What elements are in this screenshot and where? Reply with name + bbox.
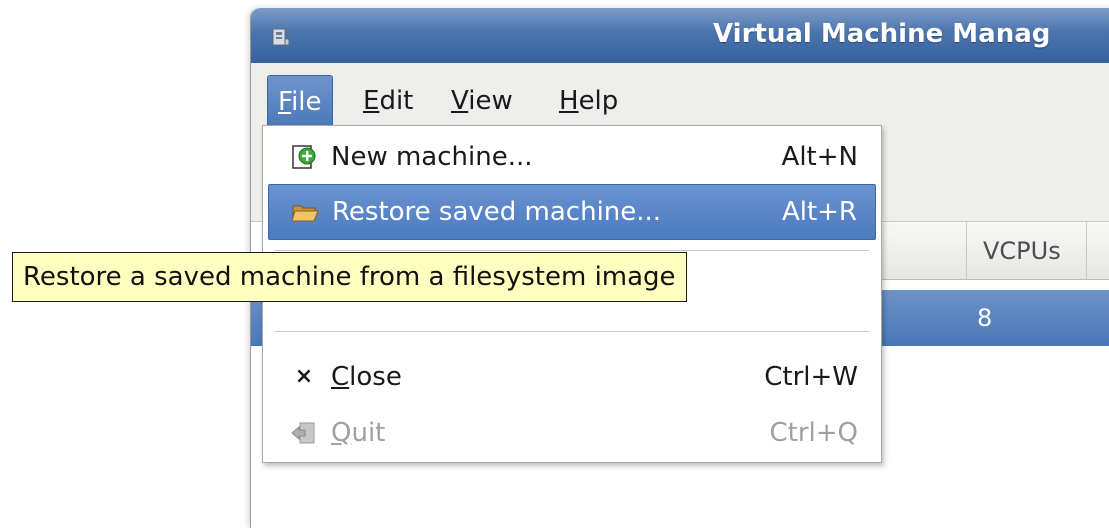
menu-file-label: ile bbox=[291, 87, 322, 117]
title-bar[interactable]: Virtual Machine Manag bbox=[251, 8, 1109, 63]
menu-bar: File Edit View Help bbox=[251, 68, 1109, 127]
menu-item-close[interactable]: × Close Ctrl+W bbox=[268, 350, 876, 404]
close-label-rest: lose bbox=[349, 362, 402, 392]
close-accel: Ctrl+W bbox=[764, 362, 858, 392]
tooltip-text: Restore a saved machine from a filesyste… bbox=[23, 262, 676, 292]
menu-help-mnemonic: H bbox=[559, 86, 579, 116]
menu-file[interactable]: File bbox=[267, 75, 333, 127]
menu-item-new-machine[interactable]: New machine... Alt+N bbox=[268, 130, 876, 184]
restore-saved-machine-accel: Alt+R bbox=[781, 197, 857, 227]
menu-view-mnemonic: V bbox=[451, 86, 469, 116]
menu-edit[interactable]: Edit bbox=[353, 75, 423, 127]
menu-separator bbox=[275, 331, 869, 333]
restore-saved-machine-label: Restore saved machine... bbox=[332, 197, 662, 227]
quit-accel: Ctrl+Q bbox=[769, 418, 858, 448]
new-vm-icon bbox=[292, 145, 316, 169]
close-label: Close bbox=[331, 350, 402, 404]
tooltip: Restore a saved machine from a filesyste… bbox=[12, 252, 687, 302]
close-mnemonic: C bbox=[331, 362, 350, 392]
quit-label: Quit bbox=[331, 406, 385, 460]
app-icon bbox=[272, 28, 290, 46]
menu-file-mnemonic: F bbox=[278, 87, 292, 117]
menu-item-restore-saved-machine[interactable]: Restore saved machine... Alt+R bbox=[268, 184, 876, 240]
menu-help[interactable]: Help bbox=[549, 75, 628, 127]
column-header-vcpus-label: VCPUs bbox=[983, 237, 1061, 265]
new-machine-accel: Alt+N bbox=[781, 142, 858, 172]
column-header-vcpus[interactable]: VCPUs bbox=[966, 222, 1086, 280]
menu-item-quit[interactable]: Quit Ctrl+Q bbox=[268, 406, 876, 460]
new-machine-label: New machine... bbox=[331, 142, 533, 172]
quit-icon bbox=[291, 422, 315, 444]
quit-label-rest: uit bbox=[351, 418, 386, 448]
menu-view[interactable]: View bbox=[441, 75, 523, 127]
menu-help-label: elp bbox=[578, 86, 619, 116]
close-icon: × bbox=[294, 364, 314, 389]
menu-edit-mnemonic: E bbox=[363, 86, 380, 116]
folder-open-icon bbox=[291, 205, 319, 222]
row-vcpus-value: 8 bbox=[977, 304, 993, 332]
window-title: Virtual Machine Manag bbox=[713, 19, 1051, 49]
quit-mnemonic: Q bbox=[331, 418, 352, 448]
column-header-next[interactable] bbox=[1086, 222, 1109, 280]
menu-view-label: iew bbox=[468, 86, 513, 116]
menu-edit-label: dit bbox=[379, 86, 414, 116]
